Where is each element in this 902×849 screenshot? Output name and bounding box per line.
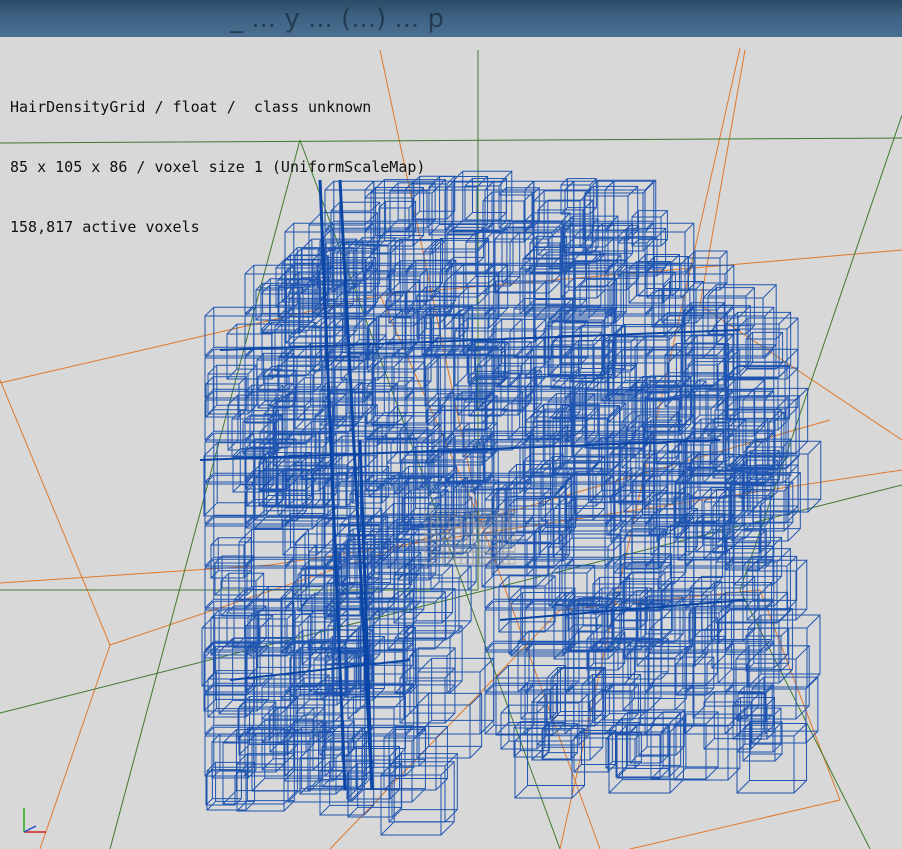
fine-voxel xyxy=(508,521,516,529)
voxel-cube xyxy=(482,191,534,243)
voxel-cube xyxy=(531,688,604,761)
fine-voxel xyxy=(502,545,510,553)
voxel-cube xyxy=(686,430,725,469)
voxel-cube xyxy=(428,175,489,236)
voxel-cube xyxy=(522,247,587,312)
active-voxels-text: 158,817 active voxels xyxy=(10,218,200,236)
voxel-cube xyxy=(403,588,456,641)
window-titlebar[interactable]: _ ... y ... (...) ... p xyxy=(0,0,902,37)
voxel-cube xyxy=(546,666,607,727)
voxel-cube xyxy=(399,667,456,724)
voxel-cube xyxy=(745,331,784,370)
voxel-cube xyxy=(464,178,507,221)
voxel-cube xyxy=(644,222,695,273)
voxel-cube xyxy=(417,657,495,735)
fine-voxel xyxy=(454,557,462,565)
grid-info-overlay: HairDensityGrid / float / class unknown … xyxy=(10,57,425,277)
voxel-cube xyxy=(500,704,546,750)
voxel-cube xyxy=(602,684,639,721)
voxel-cube xyxy=(749,440,822,513)
voxel-cube xyxy=(261,707,325,771)
voxel-cube xyxy=(724,306,775,357)
3d-viewport[interactable]: HairDensityGrid / float / class unknown … xyxy=(0,37,902,849)
voxel-cube xyxy=(376,432,433,489)
ground-line xyxy=(629,799,841,849)
voxel-cube xyxy=(629,724,669,764)
grid-dimensions-text: 85 x 105 x 86 / voxel size 1 (UniformSca… xyxy=(10,158,426,176)
ground-line xyxy=(39,644,111,849)
voxel-cube xyxy=(742,555,798,611)
voxel-cube xyxy=(707,287,755,335)
fine-voxel xyxy=(460,557,468,565)
grid-name-text: HairDensityGrid / float / class unknown xyxy=(10,98,372,116)
axis-gizmo-icon xyxy=(23,808,46,833)
gizmo-z-axis xyxy=(23,825,37,833)
voxel-cube xyxy=(416,286,469,339)
voxel-cube xyxy=(648,493,690,535)
grid-line xyxy=(739,114,902,591)
voxel-cube xyxy=(742,721,783,762)
ground-line xyxy=(699,49,746,306)
voxel-cube xyxy=(622,646,687,711)
ground-line xyxy=(0,379,111,646)
voxel-cube xyxy=(604,180,655,231)
voxel-cube xyxy=(724,390,775,441)
window-title: _ ... y ... (...) ... p xyxy=(230,4,444,34)
voxel-cube xyxy=(619,517,687,585)
voxel-cube xyxy=(550,335,604,389)
fine-voxel xyxy=(436,557,444,565)
